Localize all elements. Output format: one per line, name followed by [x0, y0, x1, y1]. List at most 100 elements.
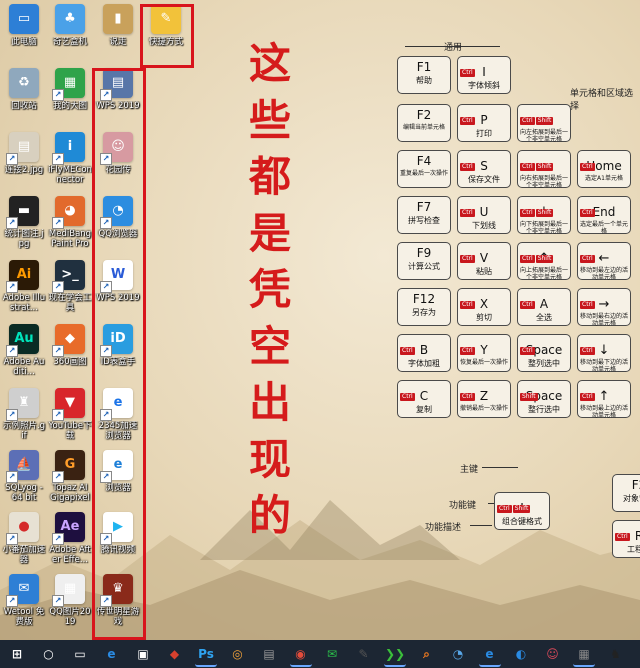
desktop-icon[interactable]: ♻ 回收站	[0, 66, 48, 132]
section-title-area: 单元格和区域选择	[570, 89, 634, 112]
taskbar-photoshop-icon[interactable]: Ps	[195, 643, 217, 667]
key-description: 移动到最下边的活动单元格	[579, 359, 628, 373]
modifier-tag: Shift	[535, 163, 554, 171]
taskbar-app-g-icon[interactable]: e	[478, 643, 501, 667]
taskbar-app-b-icon[interactable]: ◎	[227, 643, 249, 665]
desktop-icon[interactable]: ▦ ↗ 我的大图	[46, 66, 94, 132]
shortcut-key: Ctrl X 剪切	[457, 288, 511, 326]
taskbar-task-view-icon[interactable]: ▭	[69, 643, 91, 665]
taskbar-app-j-icon[interactable]: ▦	[573, 643, 595, 667]
desktop-icon[interactable]: ♜ ↗ 示例照片.gif	[0, 386, 48, 452]
taskbar: ⊞ ○ ▭ e ▣ ◆ Ps ◎ ▤ ◉ ✉ ✎ ❯❯ ⌕ ◔ e ◐ ☺ ▦ ♞	[0, 640, 640, 668]
shortcut-key: F7 拼写检查	[397, 196, 451, 234]
key-description: 整列选中	[528, 359, 560, 368]
taskbar-search-app-icon[interactable]: ⌕	[416, 643, 438, 665]
modifier-tags: Ctrl	[615, 523, 631, 542]
app-icon: ♜ ↗	[6, 388, 39, 421]
modifier-tags: Ctrl	[460, 199, 476, 218]
taskbar-wechat-icon[interactable]: ✉	[321, 643, 343, 665]
key-description: 工程管	[627, 545, 640, 554]
key-description: 整行选中	[528, 405, 560, 414]
shortcut-key: Ctrl U 下划线	[457, 196, 511, 234]
app-icon: ♻	[9, 68, 39, 98]
key-name: F4	[416, 154, 432, 168]
modifier-tags: Ctrl	[580, 245, 596, 264]
taskbar-app-e-icon[interactable]: ❯❯	[384, 643, 406, 667]
taskbar-chrome-icon[interactable]: ◉	[289, 643, 312, 667]
desktop-icon-label: MediBang Paint Pro	[48, 229, 92, 249]
taskbar-start-icon[interactable]: ⊞	[6, 643, 28, 665]
taskbar-app-c-icon[interactable]: ▤	[258, 643, 280, 665]
modifier-tags: Ctrl	[460, 153, 476, 172]
modifier-tag: Shift	[535, 255, 554, 263]
desktop-icon[interactable]: ✉ ↗ Wetool 免费版	[0, 572, 48, 638]
desktop-icon[interactable]: ▤ ↗ 连接2.jpg	[0, 130, 48, 196]
taskbar-app-f-icon[interactable]: ◔	[447, 643, 469, 665]
desktop-icon[interactable]: ◆ ↗ 360画图	[46, 322, 94, 388]
key-description: 向下拓展到最后一个非空单元格	[519, 221, 568, 235]
shortcut-arrow-icon: ↗	[52, 471, 64, 483]
desktop-icon-label: iFlyMEConnector	[48, 165, 92, 185]
modifier-tags: Ctrl Shift	[497, 495, 531, 514]
taskbar-store-icon[interactable]: ▣	[132, 643, 154, 665]
app-icon: ▤ ↗	[6, 132, 39, 165]
key-description: 字体加粗	[408, 359, 440, 368]
modifier-tags: Ctrl Shift	[520, 199, 554, 218]
modifier-tag: Ctrl	[460, 301, 475, 309]
key-name: F2	[416, 108, 432, 122]
modifier-tags: Ctrl	[400, 383, 416, 402]
key-description: 移动到最右边的活动单元格	[579, 313, 628, 327]
desktop-icon[interactable]: ⛵ ↗ SQLyog - 64 bit	[0, 448, 48, 514]
key-description: 对象管理	[623, 494, 640, 503]
key-name: F2	[631, 478, 640, 492]
modifier-tags: Ctrl Shift	[520, 107, 554, 126]
shortcut-key: Ctrl C 复制	[397, 380, 451, 418]
desktop-icon[interactable]: Au ↗ Adobe Auditi...	[0, 322, 48, 388]
key-description: 重复最后一次操作	[399, 170, 448, 177]
key-description: 向左拓展到最后一个非空单元格	[519, 129, 568, 143]
modifier-tag: Shift	[535, 117, 554, 125]
app-icon: ▼ ↗	[52, 388, 85, 421]
desktop-icon[interactable]: Ae ↗ Adobe After Effe...	[46, 510, 94, 576]
taskbar-edge-icon[interactable]: e	[101, 643, 123, 665]
desktop-icon-label: QQ图片2019	[49, 607, 91, 627]
taskbar-app-h-icon[interactable]: ◐	[510, 643, 532, 665]
taskbar-qq-icon[interactable]: ♞	[605, 643, 627, 665]
desktop-icon-label: 说走	[109, 37, 127, 47]
taskbar-app-i-icon[interactable]: ☺	[542, 643, 564, 665]
desktop-icon[interactable]: Ai ↗ Adobe Illustrat...	[0, 258, 48, 324]
desktop-icon[interactable]: ▮ 说走	[94, 2, 142, 68]
key-description: 帮助	[416, 76, 432, 85]
modifier-tag: Ctrl	[460, 117, 475, 125]
key-description: 计算公式	[408, 262, 440, 271]
desktop-icon[interactable]: ▭ 此电脑	[0, 2, 48, 68]
legend-modifier: 功能键	[449, 501, 477, 511]
shortcut-arrow-icon: ↗	[6, 217, 18, 229]
taskbar-app-a-icon[interactable]: ◆	[164, 643, 186, 665]
key-description: 全选	[536, 313, 552, 322]
modifier-tags: Ctrl	[580, 291, 596, 310]
modifier-tag: Ctrl	[460, 69, 475, 77]
legend-connector	[482, 467, 518, 468]
desktop-icon[interactable]: ▬ ↗ 统计图注.jpg	[0, 194, 48, 260]
desktop-icon[interactable]: i ↗ iFlyMEConnector	[46, 130, 94, 196]
taskbar-search-icon[interactable]: ○	[38, 643, 60, 665]
taskbar-app-d-icon[interactable]: ✎	[353, 643, 375, 665]
desktop-icon[interactable]: >_ ↗ 现在学会工具	[46, 258, 94, 324]
modifier-tags: Ctrl	[520, 291, 536, 310]
shortcut-key: Ctrl B 字体加粗	[397, 334, 451, 372]
desktop-icon[interactable]: ● ↗ 小番茄加速器	[0, 510, 48, 576]
key-description: 选定最后一个单元格	[579, 221, 628, 235]
modifier-tag: Ctrl	[400, 347, 415, 355]
key-description: 选定A1单元格	[585, 175, 623, 182]
desktop-icon[interactable]: G ↗ Topaz AI Gigapixel	[46, 448, 94, 514]
shortcut-key: Ctrl Z 撤销最后一次操作	[457, 380, 511, 418]
desktop-icon[interactable]: ▼ ↗ YouTube下载	[46, 386, 94, 452]
modifier-tags: Ctrl	[460, 59, 476, 78]
shortcut-key: F1 帮助	[397, 56, 451, 94]
desktop-icon[interactable]: ▦ ↗ QQ图片2019	[46, 572, 94, 638]
desktop-icon[interactable]: ♣ 奇艺盒机	[46, 2, 94, 68]
key-description: 移动到最上边的活动单元格	[579, 405, 628, 419]
desktop-icon[interactable]: ◕ ↗ MediBang Paint Pro	[46, 194, 94, 260]
key-description: 打印	[476, 129, 492, 138]
